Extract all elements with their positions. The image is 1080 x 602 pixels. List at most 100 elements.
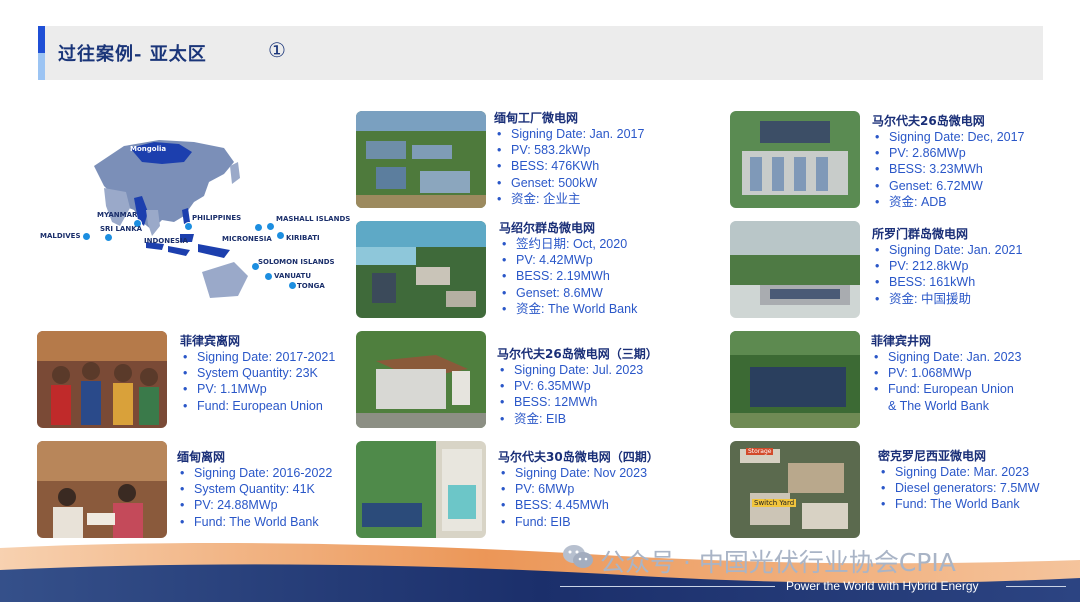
- case-detail: Signing Date: Jan. 2023: [871, 349, 1021, 365]
- myanmar-offgrid-photo: [37, 441, 167, 538]
- case-title: 缅甸工厂微电网: [494, 111, 579, 125]
- case-detail: BESS: 12MWh: [497, 394, 658, 410]
- map-pin-srilanka: [104, 233, 113, 242]
- slogan-divider-right: [1006, 586, 1066, 587]
- case-details: Signing Date: Dec, 2017 PV: 2.86MWp BESS…: [872, 129, 1025, 210]
- maldives-30-phase4-photo: [356, 441, 486, 538]
- map-label-micronesia: MICRONESIA: [222, 235, 272, 243]
- philippines-offgrid-photo: [37, 331, 167, 428]
- case-details: Signing Date: 2016-2022 System Quantity:…: [177, 465, 332, 530]
- map-label-tonga: TONGA: [297, 282, 325, 290]
- header-accent-bar: [38, 26, 45, 80]
- case-marshall-islands: 马绍尔群岛微电网 签约日期: Oct, 2020 PV: 4.42MWp BES…: [499, 220, 637, 317]
- page-number: ①: [268, 38, 286, 62]
- map-pin-tonga: [288, 281, 297, 290]
- case-title: 马尔代夫26岛微电网（三期）: [497, 347, 658, 361]
- case-detail: PV: 4.42MWp: [499, 252, 637, 268]
- case-detail: Fund: The World Bank: [177, 514, 332, 530]
- map-label-indonesia: INDONESIA: [144, 237, 188, 245]
- map-label-philippines: PHILIPPINES: [192, 214, 242, 222]
- case-detail: 签约日期: Oct, 2020: [499, 236, 637, 252]
- case-detail: PV: 2.86MWp: [872, 145, 1025, 161]
- case-detail: PV: 6.35MWp: [497, 378, 658, 394]
- map-pin-maldives: [82, 232, 91, 241]
- case-title: 密克罗尼西亚微电网: [878, 449, 987, 463]
- micronesia-site-photo: Storage Switch Yard: [730, 441, 860, 538]
- watermark-text: 公众号 · 中国光伏行业协会CPIA: [600, 548, 956, 577]
- case-detail: 资金: The World Bank: [499, 301, 637, 317]
- case-title: 马尔代夫26岛微电网: [872, 114, 985, 128]
- case-detail: Signing Date: Jan. 2021: [872, 242, 1022, 258]
- case-micronesia: 密克罗尼西亚微电网 Signing Date: Mar. 2023 Diesel…: [878, 448, 1040, 513]
- map-pin-solomon: [251, 262, 260, 271]
- map-label-mongolia: Mongolia: [130, 145, 167, 153]
- case-detail: Signing Date: Jan. 2017: [494, 126, 644, 142]
- case-solomon-islands: 所罗门群岛微电网 Signing Date: Jan. 2021 PV: 212…: [872, 226, 1022, 307]
- case-detail: 资金: 企业主: [494, 191, 644, 207]
- case-detail: PV: 583.2kWp: [494, 142, 644, 158]
- map-label-solomon: SOLOMON ISLANDS: [258, 258, 335, 266]
- myanmar-factory-photo: [356, 111, 486, 208]
- map-label-marshall: MASHALL ISLANDS: [276, 215, 351, 223]
- map-pin-philippines: [184, 222, 193, 231]
- case-title: 马尔代夫30岛微电网（四期）: [498, 450, 659, 464]
- map-pin-vanuatu: [264, 272, 273, 281]
- case-philippines-offgrid: 菲律宾离网 Signing Date: 2017-2021 System Qua…: [180, 333, 335, 414]
- case-detail: PV: 1.068MWp: [871, 365, 1021, 381]
- case-detail-continued: & The World Bank: [888, 398, 989, 413]
- case-detail: PV: 24.88MWp: [177, 497, 332, 513]
- case-detail: Fund: European Union: [871, 381, 1021, 397]
- footer-slogan: Power the World with Hybrid Energy: [786, 579, 979, 593]
- case-detail: Fund: The World Bank: [878, 496, 1040, 512]
- case-detail: Signing Date: Nov 2023: [498, 465, 659, 481]
- wechat-icon: [563, 545, 593, 568]
- case-details: 签约日期: Oct, 2020 PV: 4.42MWp BESS: 2.19MW…: [499, 236, 637, 317]
- map-pin-marshall: [266, 222, 275, 231]
- page-title: 过往案例- 亚太区: [58, 44, 207, 65]
- case-details: Signing Date: Jul. 2023 PV: 6.35MWp BESS…: [497, 362, 658, 427]
- case-detail: Signing Date: Dec, 2017: [872, 129, 1025, 145]
- case-title: 马绍尔群岛微电网: [499, 221, 596, 235]
- map-label-vanuatu: VANUATU: [274, 272, 312, 280]
- case-title: 所罗门群岛微电网: [872, 227, 969, 241]
- case-details: Signing Date: Nov 2023 PV: 6MWp BESS: 4.…: [498, 465, 659, 530]
- case-detail: System Quantity: 41K: [177, 481, 332, 497]
- case-detail: BESS: 4.45MWh: [498, 497, 659, 513]
- case-detail: Signing Date: 2016-2022: [177, 465, 332, 481]
- case-detail: BESS: 161kWh: [872, 274, 1022, 290]
- case-maldives-26-phase3: 马尔代夫26岛微电网（三期） Signing Date: Jul. 2023 P…: [497, 346, 658, 427]
- case-myanmar-factory: 缅甸工厂微电网 Signing Date: Jan. 2017 PV: 583.…: [494, 110, 644, 207]
- map-label-kiribati: KIRIBATI: [286, 234, 320, 242]
- case-title: 菲律宾离网: [180, 334, 241, 348]
- case-detail: Signing Date: Mar. 2023: [878, 464, 1040, 480]
- case-detail: Diesel generators: 7.5MW: [878, 480, 1040, 496]
- case-detail: System Quantity: 23K: [180, 365, 335, 381]
- map-pin-kiribati: [276, 231, 285, 240]
- case-detail: Genset: 500kW: [494, 175, 644, 191]
- map-label-srilanka: SRI LANKA: [100, 225, 143, 233]
- case-details: Signing Date: 2017-2021 System Quantity:…: [180, 349, 335, 414]
- case-detail: Signing Date: Jul. 2023: [497, 362, 658, 378]
- case-details: Signing Date: Jan. 2017 PV: 583.2kWp BES…: [494, 126, 644, 207]
- case-detail: Genset: 8.6MW: [499, 285, 637, 301]
- asia-pacific-map: Mongolia MYANMAR SRI LANKA MALDIVES INDO…: [34, 126, 350, 301]
- storage-label: Storage: [746, 448, 774, 455]
- map-pin-micronesia: [254, 223, 263, 232]
- case-detail: Genset: 6.72MW: [872, 178, 1025, 194]
- case-detail: BESS: 3.23MWh: [872, 161, 1025, 177]
- case-details: Signing Date: Mar. 2023 Diesel generator…: [878, 464, 1040, 513]
- case-title: 缅甸离网: [177, 450, 226, 464]
- case-detail: PV: 212.8kWp: [872, 258, 1022, 274]
- case-myanmar-offgrid: 缅甸离网 Signing Date: 2016-2022 System Quan…: [177, 449, 332, 530]
- slogan-divider-left: [560, 586, 775, 587]
- case-maldives-26: 马尔代夫26岛微电网 Signing Date: Dec, 2017 PV: 2…: [872, 113, 1025, 210]
- map-label-maldives: MALDIVES: [40, 232, 81, 240]
- case-title: 菲律宾井网: [871, 334, 932, 348]
- case-detail: BESS: 2.19MWh: [499, 268, 637, 284]
- maldives-26-phase3-photo: [356, 331, 486, 428]
- case-detail: 资金: 中国援助: [872, 291, 1022, 307]
- marshall-islands-photo: [356, 221, 486, 318]
- map-label-myanmar: MYANMAR: [97, 211, 138, 219]
- case-detail: 资金: ADB: [872, 194, 1025, 210]
- case-detail: PV: 6MWp: [498, 481, 659, 497]
